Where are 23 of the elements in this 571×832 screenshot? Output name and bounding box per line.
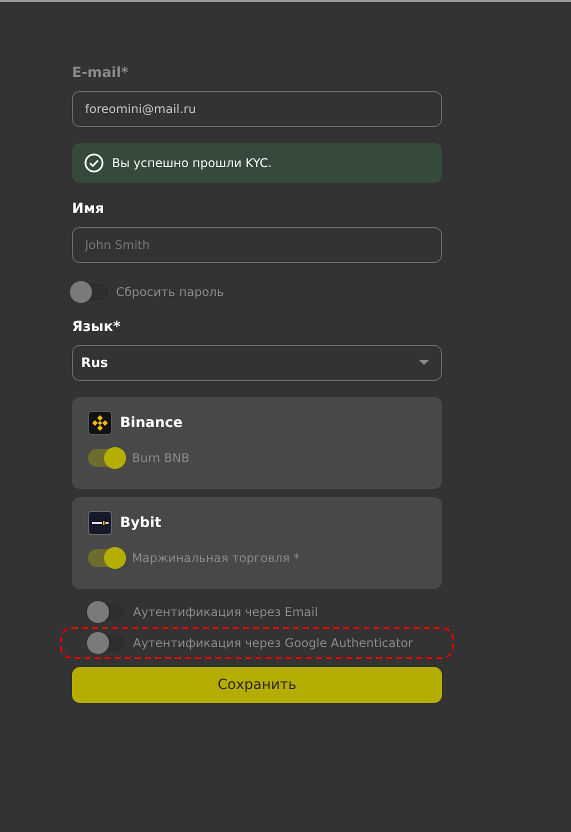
check-circle-icon bbox=[84, 153, 104, 173]
binance-logo-icon bbox=[88, 411, 112, 435]
toggle-label: Burn BNB bbox=[132, 451, 190, 465]
toggle-label: Аутентификация через Email bbox=[133, 605, 318, 619]
toggle-switch[interactable] bbox=[72, 283, 108, 301]
language-select[interactable]: Rus bbox=[72, 345, 442, 381]
toggle-switch[interactable] bbox=[89, 634, 125, 652]
exchange-name: Bybit bbox=[120, 515, 162, 531]
field-label: Язык* bbox=[72, 319, 122, 335]
email-field[interactable]: foreomini@mail.ru bbox=[72, 91, 442, 127]
toggle-switch[interactable] bbox=[89, 603, 125, 621]
toggle-switch[interactable] bbox=[88, 449, 124, 467]
bybit-logo-icon bbox=[88, 511, 112, 535]
field-label: Имя bbox=[72, 201, 106, 217]
notice-text: Вы успешно прошли KYC. bbox=[112, 156, 272, 170]
field-label: E-mail* bbox=[72, 65, 130, 81]
toggle-switch[interactable] bbox=[88, 549, 124, 567]
caret-icon bbox=[419, 360, 429, 366]
exchange-name: Binance bbox=[120, 415, 183, 431]
toggle-label: Маржинальная торговля * bbox=[132, 551, 300, 565]
save-button[interactable]: Сохранить bbox=[72, 667, 442, 703]
toggle-label: Аутентификация через Google Authenticator bbox=[133, 636, 413, 650]
toggle-label: Сбросить пароль bbox=[116, 285, 224, 299]
